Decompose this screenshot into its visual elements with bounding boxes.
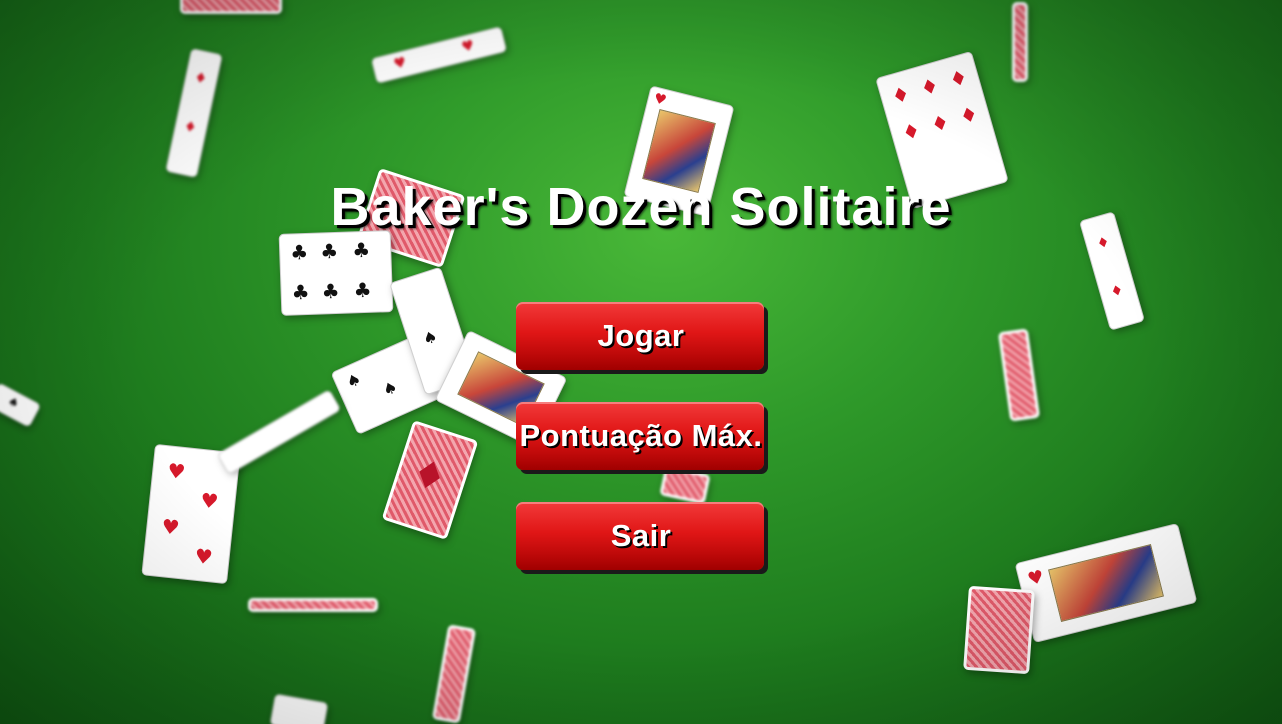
heart-icon: ♥ (1025, 566, 1047, 591)
playing-card: ♦ ♦ (165, 48, 223, 178)
heart-icon: ♥ (160, 514, 181, 540)
card-back (248, 598, 378, 612)
diamond-icon: ♦ (192, 69, 209, 88)
card-back (180, 0, 282, 14)
playing-card (269, 693, 329, 724)
diamond-icon: ♦ (917, 72, 942, 101)
exit-button[interactable]: Sair (516, 502, 764, 570)
diamond-icon: ♦ (1108, 281, 1126, 301)
heart-icon: ♥ (166, 458, 187, 485)
playing-card: ♥ (1014, 522, 1198, 644)
spade-icon: ♠ (420, 326, 440, 349)
club-icon: ♣ (321, 278, 340, 304)
highscore-button[interactable]: Pontuação Máx. (516, 402, 764, 470)
card-back: ♦ (381, 420, 479, 540)
play-button-label: Jogar (597, 318, 685, 353)
playing-card (216, 389, 342, 475)
club-icon: ♣ (291, 279, 311, 305)
club-icon: ♣ (289, 239, 309, 265)
club-icon: ♣ (319, 238, 339, 264)
card-back (997, 328, 1041, 422)
heart-icon: ♥ (460, 37, 477, 56)
diamond-icon: ♦ (946, 64, 971, 93)
heart-icon: ♥ (392, 54, 409, 73)
spade-icon: ♠ (5, 393, 22, 412)
heart-icon: ♥ (652, 90, 669, 110)
playing-card: ♣ ♣ ♣ ♣ ♣ ♣ (278, 230, 394, 316)
diamond-icon: ♦ (888, 81, 913, 110)
game-title: Baker's Dozen Solitaire (330, 177, 952, 237)
diamond-icon: ♦ (928, 109, 952, 138)
card-back (431, 624, 477, 724)
play-button[interactable]: Jogar (516, 302, 764, 370)
card-back (963, 585, 1035, 675)
spade-icon: ♠ (343, 368, 365, 393)
diamond-icon: ♦ (956, 101, 981, 130)
diamond-icon: ♦ (182, 118, 198, 137)
spade-icon: ♠ (379, 376, 401, 401)
exit-button-label: Sair (610, 518, 672, 553)
heart-icon: ♥ (199, 487, 220, 514)
diamond-icon: ♦ (406, 449, 453, 502)
highscore-button-label: Pontuação Máx. (519, 418, 763, 453)
club-icon: ♣ (353, 277, 372, 303)
club-icon: ♣ (351, 237, 371, 263)
heart-icon: ♥ (193, 543, 214, 570)
main-menu-screen: ♦ ♦ ♥ ♥ ♥ ♦ ♦ ♦ ♦ ♦ ♦ ♣ ♣ ♣ ♣ ♣ ♣ ♠ ♠ ♠ … (0, 0, 1282, 724)
playing-card: ♥ ♥ (370, 26, 508, 84)
king-face (1047, 543, 1165, 623)
card-back (1012, 2, 1028, 82)
card-back (659, 465, 711, 505)
playing-card: ♠ (0, 382, 42, 428)
diamond-icon: ♦ (899, 117, 924, 146)
